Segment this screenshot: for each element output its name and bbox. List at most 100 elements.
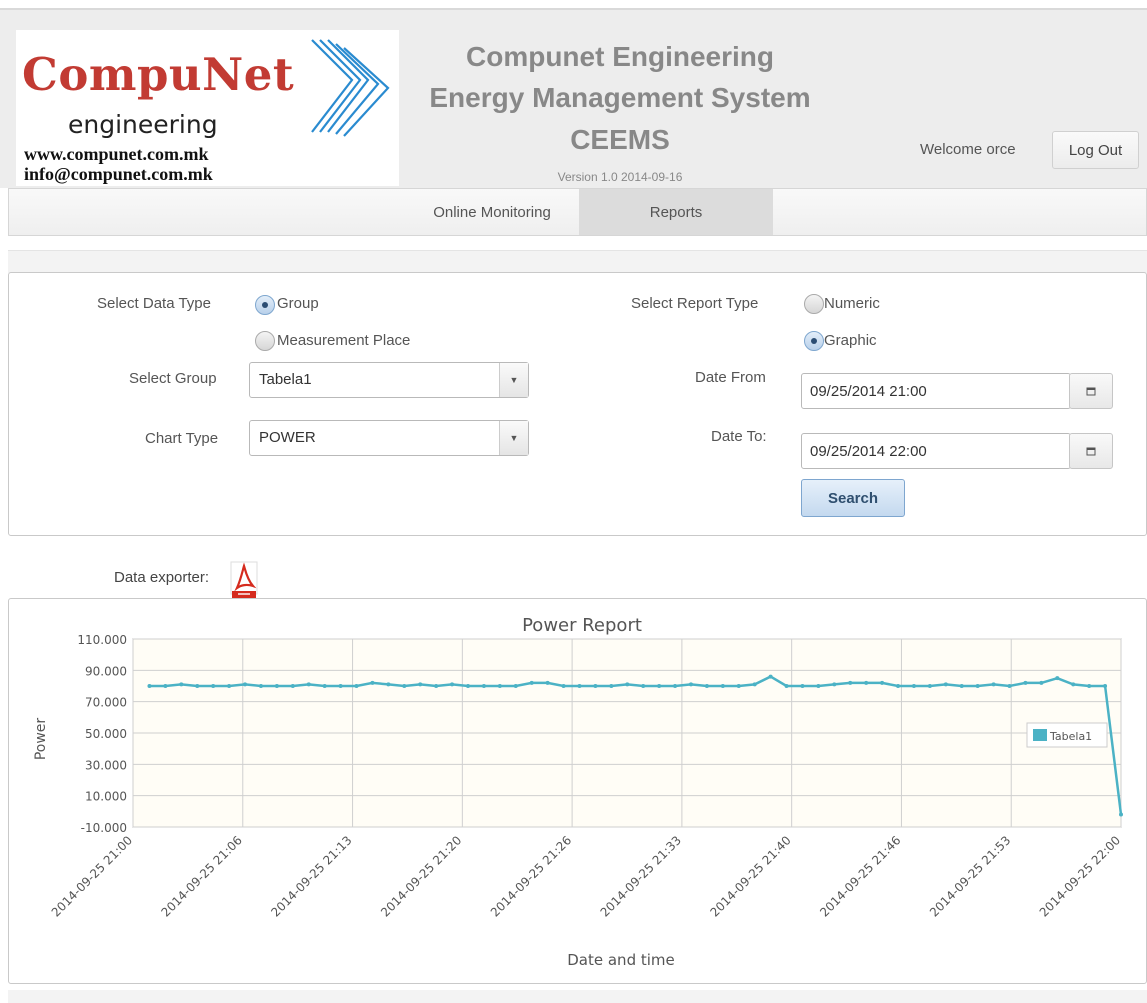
chart-type-select[interactable]: POWER ▼ — [249, 420, 529, 456]
data-point — [1071, 682, 1076, 687]
data-point — [402, 684, 407, 688]
data-point — [434, 684, 439, 688]
data-point — [450, 682, 455, 687]
x-tick-label: 2014-09-25 22:00 — [1037, 833, 1123, 919]
x-tick-label: 2014-09-25 21:06 — [159, 833, 245, 919]
x-tick-label: 2014-09-25 21:00 — [49, 833, 135, 919]
data-point — [1007, 684, 1012, 688]
section-band — [8, 250, 1147, 273]
logout-button[interactable]: Log Out — [1052, 131, 1139, 169]
data-point — [418, 682, 423, 687]
company-logo: CompuNet engineering www.compunet.com.mk… — [16, 30, 399, 186]
data-point — [768, 674, 773, 679]
data-point — [1119, 812, 1123, 817]
chart-panel: Power Report 110.000 90.000 70.000 50.000 30… — [8, 598, 1147, 984]
legend-swatch — [1033, 729, 1047, 741]
data-point — [466, 684, 471, 688]
pdf-icon[interactable] — [229, 561, 261, 599]
data-point — [704, 684, 709, 688]
date-to-input[interactable] — [801, 433, 1071, 469]
data-point — [1023, 680, 1028, 685]
radio-measurement-place[interactable] — [255, 331, 275, 351]
data-point — [736, 684, 741, 688]
data-point — [975, 684, 980, 688]
data-point — [529, 680, 534, 685]
legend-label: Tabela1 — [1049, 730, 1092, 743]
chart-title: Power Report — [522, 615, 642, 636]
date-to-label: Date To: — [711, 428, 767, 445]
data-point — [927, 684, 932, 688]
data-point — [896, 684, 901, 688]
data-point — [290, 684, 295, 688]
date-to-calendar-button[interactable] — [1069, 433, 1113, 469]
data-point — [577, 684, 582, 688]
version-text: Version 1.0 2014-09-16 — [557, 170, 683, 184]
data-point — [545, 680, 550, 685]
chevron-down-icon[interactable]: ▼ — [499, 421, 528, 455]
data-point — [211, 684, 216, 688]
logo-email: info@compunet.com.mk — [24, 164, 213, 184]
report-type-label: Select Report Type — [631, 295, 759, 312]
y-tick-label: 10.000 — [85, 790, 127, 804]
radio-graphic[interactable] — [804, 331, 824, 351]
data-exporter-label: Data exporter: — [114, 569, 210, 586]
search-button[interactable]: Search — [801, 479, 905, 517]
radio-graphic-label[interactable]: Graphic — [824, 332, 877, 349]
tab-reports[interactable]: Reports — [579, 189, 773, 235]
data-point — [163, 684, 168, 688]
calendar-icon — [1086, 447, 1096, 456]
data-point — [322, 684, 327, 688]
radio-numeric-label[interactable]: Numeric — [824, 295, 880, 312]
data-point — [497, 684, 502, 688]
x-tick-label: 2014-09-25 21:13 — [268, 833, 354, 919]
radio-numeric[interactable] — [804, 294, 824, 314]
x-tick-label: 2014-09-25 21:40 — [707, 833, 793, 919]
date-from-label: Date From — [695, 369, 766, 386]
data-point — [195, 684, 200, 688]
data-point — [784, 684, 789, 688]
x-axis-label: Date and time — [567, 951, 675, 969]
data-point — [832, 682, 837, 687]
data-point — [1103, 684, 1108, 688]
calendar-icon — [1086, 387, 1096, 396]
y-tick-label: 90.000 — [85, 664, 127, 678]
y-tick-label: 70.000 — [85, 696, 127, 710]
y-tick-label: 30.000 — [85, 758, 127, 772]
app-title-line2: Energy Management System — [429, 82, 811, 113]
tab-online-monitoring[interactable]: Online Monitoring — [404, 189, 580, 235]
data-point — [258, 684, 263, 688]
header: CompuNet engineering www.compunet.com.mk… — [0, 10, 1147, 188]
logo-subtitle: engineering — [68, 110, 218, 139]
data-point — [354, 684, 359, 688]
data-point — [227, 684, 232, 688]
data-point — [720, 684, 725, 688]
radio-group[interactable] — [255, 295, 275, 315]
radio-measurement-place-label[interactable]: Measurement Place — [277, 332, 410, 349]
x-tick-label: 2014-09-25 21:46 — [817, 833, 903, 919]
x-tick-label: 2014-09-25 21:20 — [378, 833, 464, 919]
data-point — [864, 680, 869, 685]
group-select[interactable]: Tabela1 ▼ — [249, 362, 529, 398]
data-point — [609, 684, 614, 688]
app-title-line1: Compunet Engineering — [466, 41, 774, 72]
chart-type-value: POWER — [259, 429, 316, 446]
data-point — [816, 684, 821, 688]
x-tick-label: 2014-09-25 21:53 — [927, 833, 1013, 919]
chart-type-label: Chart Type — [145, 430, 219, 447]
group-select-value: Tabela1 — [259, 371, 312, 388]
data-point — [943, 682, 948, 687]
data-point — [1055, 676, 1060, 681]
data-point — [481, 684, 486, 688]
date-from-calendar-button[interactable] — [1069, 373, 1113, 409]
radio-group-label[interactable]: Group — [277, 295, 319, 312]
chevron-down-icon[interactable]: ▼ — [499, 363, 528, 397]
bottom-band — [8, 990, 1147, 1003]
date-from-input[interactable] — [801, 373, 1071, 409]
data-point — [386, 682, 391, 687]
data-point — [561, 684, 566, 688]
y-tick-label: 50.000 — [85, 727, 127, 741]
data-type-label: Select Data Type — [97, 295, 211, 312]
data-point — [880, 680, 885, 685]
data-point — [593, 684, 598, 688]
logo-website: www.compunet.com.mk — [24, 144, 209, 164]
